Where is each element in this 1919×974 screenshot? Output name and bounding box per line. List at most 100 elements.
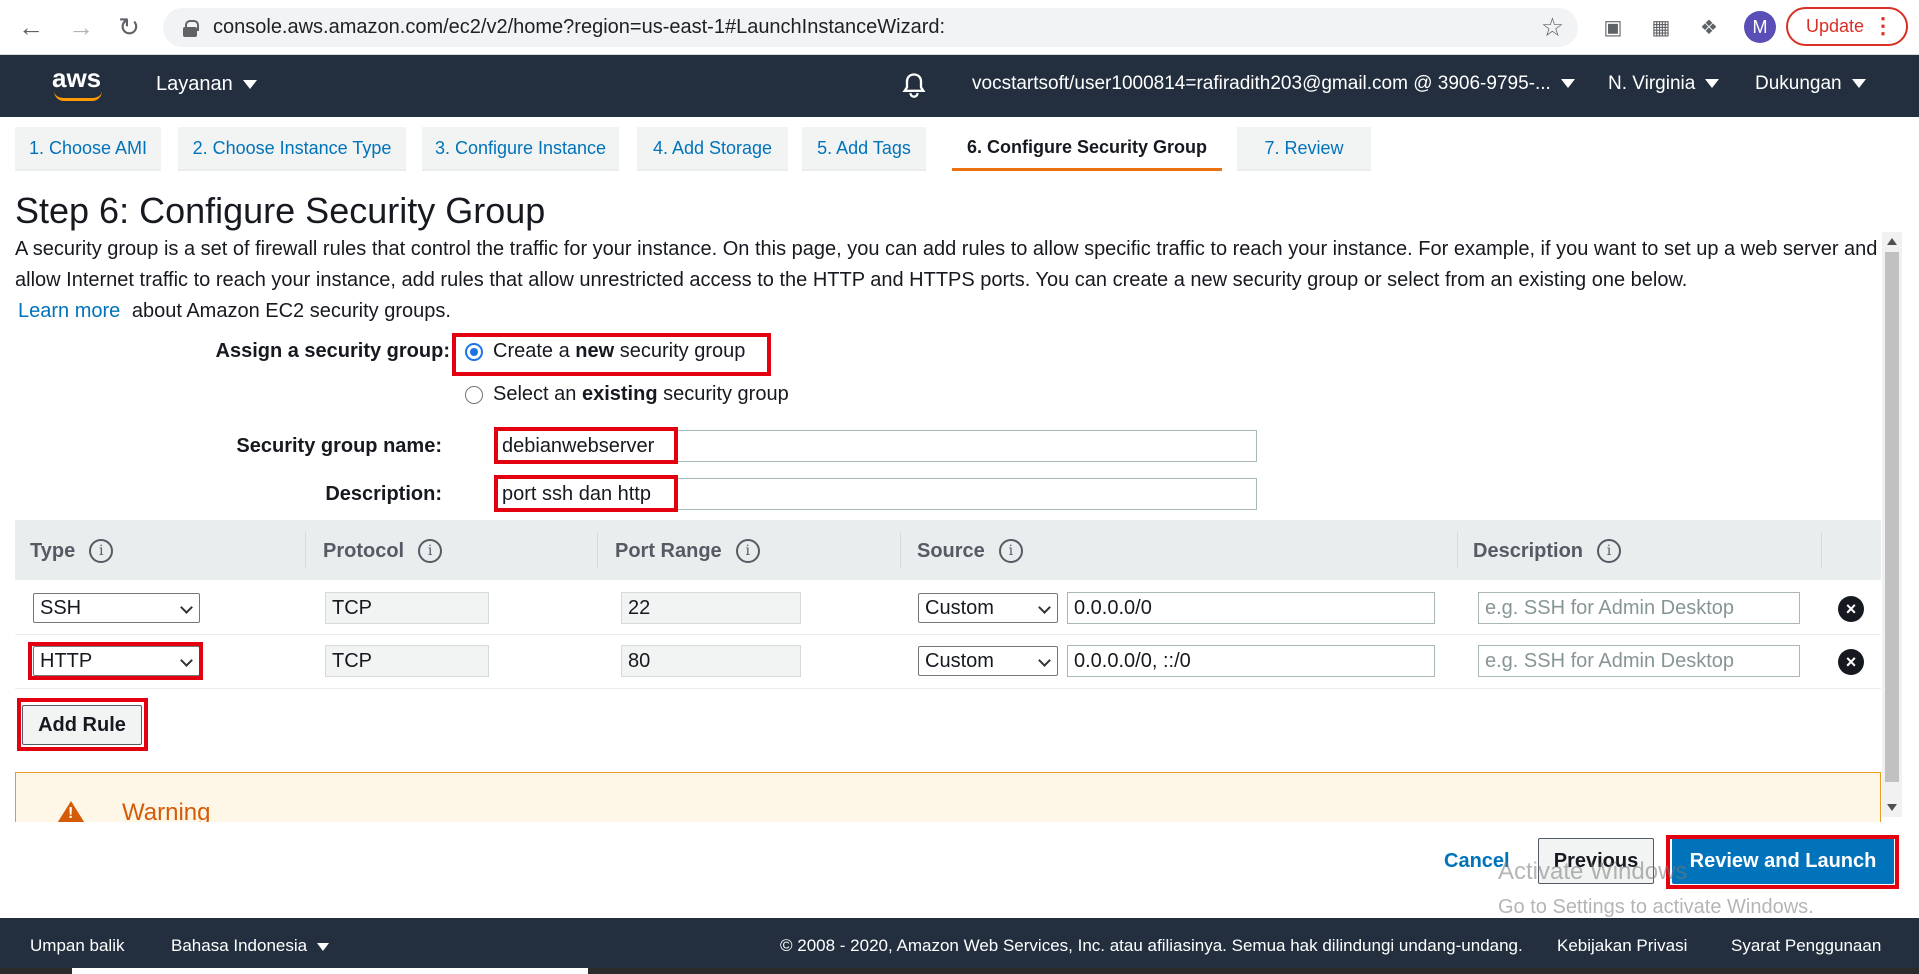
rule-source-value: 0.0.0.0/0, ::/0	[1074, 649, 1191, 672]
taskbar-strip	[0, 968, 1919, 974]
scroll-down-icon[interactable]	[1887, 804, 1897, 811]
region-menu[interactable]: N. Virginia	[1608, 73, 1720, 95]
support-menu[interactable]: Dukungan	[1755, 73, 1866, 95]
reload-icon[interactable]: ↻	[112, 10, 146, 44]
terms-link[interactable]: Syarat Penggunaan	[1731, 936, 1881, 956]
services-menu[interactable]: Layanan	[156, 73, 257, 96]
learn-more-link[interactable]: Learn more	[18, 300, 120, 322]
account-menu[interactable]: vocstartsoft/user1000814=rafiradith203@g…	[972, 73, 1575, 95]
feedback-link[interactable]: Umpan balik	[30, 936, 125, 956]
radio-unchecked-icon[interactable]	[465, 385, 483, 404]
caret-down-icon	[242, 80, 257, 90]
rule-description-input[interactable]: e.g. SSH for Admin Desktop	[1478, 592, 1800, 624]
option-new-bold: new	[575, 340, 615, 362]
rule-source-type: Custom	[925, 649, 994, 672]
header-port-range: Port Range i	[615, 539, 760, 563]
browser-toolbar: ← → ↻ console.aws.amazon.com/ec2/v2/home…	[0, 0, 1919, 55]
option-new-prefix: Create a	[493, 340, 576, 362]
tab-add-tags[interactable]: 5. Add Tags	[802, 127, 926, 171]
highlight-box	[494, 427, 678, 464]
wizard-steps: 1. Choose AMI 2. Choose Instance Type 3.…	[0, 117, 1919, 172]
chevron-down-icon	[180, 601, 193, 614]
back-arrow-icon[interactable]: ←	[14, 10, 48, 44]
activate-windows-subtitle: Go to Settings to activate Windows.	[1498, 896, 1814, 918]
column-divider	[1457, 532, 1458, 568]
highlight-box	[17, 698, 148, 751]
extension-chat-icon[interactable]: ▣	[1598, 12, 1628, 42]
rule-source-select[interactable]: Custom	[918, 646, 1058, 676]
remove-rule-icon[interactable]: ×	[1838, 649, 1864, 675]
region-label: N. Virginia	[1608, 73, 1696, 94]
tab-configure-instance[interactable]: 3. Configure Instance	[422, 127, 619, 171]
caret-down-icon	[1705, 79, 1720, 89]
header-protocol: Protocol i	[323, 539, 443, 563]
address-bar[interactable]: console.aws.amazon.com/ec2/v2/home?regio…	[163, 8, 1578, 47]
extension-screenshot-icon[interactable]: ▦	[1646, 12, 1676, 42]
copyright-text: © 2008 - 2020, Amazon Web Services, Inc.…	[780, 936, 1523, 955]
header-source: Source i	[917, 539, 1023, 563]
column-divider	[1821, 532, 1822, 568]
services-label: Layanan	[156, 73, 233, 95]
update-button[interactable]: Update ⋮	[1786, 7, 1908, 46]
rule-source-input[interactable]: 0.0.0.0/0, ::/0	[1067, 645, 1435, 677]
highlight-box	[494, 475, 678, 512]
bell-icon[interactable]	[900, 71, 928, 99]
column-divider	[597, 532, 598, 568]
info-icon[interactable]: i	[418, 539, 443, 563]
more-vert-icon: ⋮	[1872, 13, 1894, 38]
language-menu[interactable]: Bahasa Indonesia	[171, 936, 330, 956]
rule-source-input[interactable]: 0.0.0.0/0	[1067, 592, 1435, 624]
radio-create-new[interactable]: Create a new security group	[465, 340, 745, 363]
header-port-range-label: Port Range	[615, 539, 722, 562]
info-icon[interactable]: i	[998, 539, 1023, 563]
aws-logo-text: aws	[52, 63, 102, 93]
tab-add-storage[interactable]: 4. Add Storage	[637, 127, 788, 171]
rule-protocol-value: TCP	[332, 596, 372, 619]
chevron-down-icon	[1038, 654, 1051, 667]
scroll-thumb[interactable]	[1885, 252, 1899, 782]
tab-choose-ami[interactable]: 1. Choose AMI	[15, 127, 161, 171]
info-icon[interactable]: i	[735, 539, 760, 563]
rule-source-select[interactable]: Custom	[918, 593, 1058, 623]
info-icon[interactable]: i	[1597, 539, 1622, 563]
group-name-label: Security group name:	[236, 435, 442, 457]
url-text: console.aws.amazon.com/ec2/v2/home?regio…	[213, 16, 946, 38]
info-icon[interactable]: i	[89, 539, 114, 563]
warning-title: Warning	[122, 799, 211, 822]
highlight-box	[1666, 835, 1899, 889]
tab-choose-instance-type[interactable]: 2. Choose Instance Type	[178, 127, 406, 171]
extensions-puzzle-icon[interactable]: ❖	[1694, 12, 1724, 42]
rule-description-input[interactable]: e.g. SSH for Admin Desktop	[1478, 645, 1800, 677]
account-label: vocstartsoft/user1000814=rafiradith203@g…	[972, 73, 1551, 94]
intro-paragraph: A security group is a set of firewall ru…	[15, 238, 1878, 291]
rule-type-select[interactable]: SSH	[33, 593, 200, 623]
page-title: Step 6: Configure Security Group	[15, 190, 546, 231]
remove-rule-icon[interactable]: ×	[1838, 596, 1864, 622]
content-scrollbar[interactable]	[1882, 232, 1902, 817]
rule-protocol-field: TCP	[325, 645, 489, 677]
intro-text: A security group is a set of firewall ru…	[15, 234, 1885, 327]
radio-checked-icon[interactable]	[465, 342, 483, 361]
privacy-link[interactable]: Kebijakan Privasi	[1557, 936, 1687, 956]
aws-header: aws Layanan vocstartsoft/user1000814=raf…	[0, 55, 1919, 117]
warning-icon	[56, 801, 86, 822]
option-new-suffix: security group	[614, 340, 746, 362]
bookmark-star-icon[interactable]: ☆	[1541, 12, 1564, 43]
warning-alert: Warning	[15, 772, 1881, 822]
profile-avatar[interactable]: M	[1744, 11, 1776, 43]
taskbar-segment	[72, 968, 588, 974]
radio-select-existing[interactable]: Select an existing security group	[465, 383, 789, 406]
row-divider	[15, 634, 1881, 635]
rule-source-value: 0.0.0.0/0	[1074, 596, 1152, 619]
forward-arrow-icon[interactable]: →	[64, 10, 98, 44]
assign-group-label: Assign a security group:	[215, 340, 451, 362]
scroll-up-icon[interactable]	[1887, 238, 1897, 245]
aws-logo[interactable]: aws	[52, 65, 108, 105]
header-source-label: Source	[917, 539, 985, 562]
column-divider	[900, 532, 901, 568]
tab-review[interactable]: 7. Review	[1237, 127, 1371, 171]
rule-protocol-value: TCP	[332, 649, 372, 672]
rule-source-type: Custom	[925, 596, 994, 619]
rule-description-placeholder: e.g. SSH for Admin Desktop	[1485, 596, 1735, 619]
tab-configure-security-group[interactable]: 6. Configure Security Group	[952, 127, 1222, 171]
